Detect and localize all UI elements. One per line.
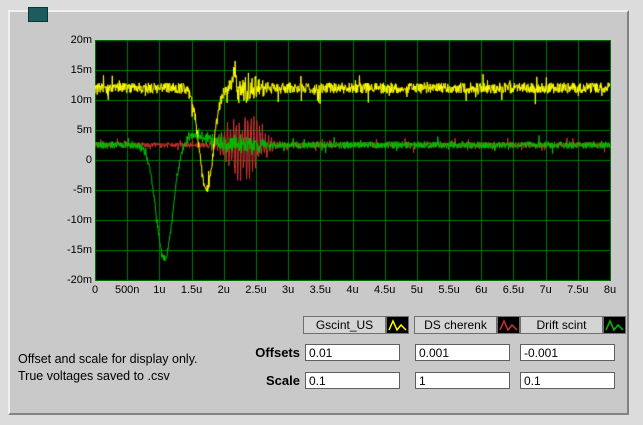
x-tick-label: 5.5u — [438, 284, 460, 296]
waveform-canvas — [95, 40, 611, 281]
legend-item-ds-cherenk[interactable]: DS cherenk — [414, 316, 520, 334]
legend-item-drift-scint[interactable]: Drift scint — [520, 316, 626, 334]
y-tick-label: -15m — [66, 244, 92, 256]
x-tick-label: 6u — [475, 284, 488, 296]
x-tick-label: 7.5u — [567, 284, 589, 296]
x-tick-label: 7u — [539, 284, 552, 296]
legend-label: Drift scint — [520, 316, 603, 334]
y-tick-label: -20m — [66, 274, 92, 286]
x-tick-label: 3u — [282, 284, 295, 296]
display-note: Offset and scale for display only. True … — [18, 351, 198, 385]
legend-label: DS cherenk — [414, 316, 497, 334]
x-tick-label: 1.5u — [180, 284, 203, 296]
waveform-sample-icon — [386, 316, 409, 334]
x-tick-label: 6.5u — [502, 284, 525, 296]
scale-input-ds-cherenk[interactable] — [415, 372, 510, 389]
note-line-1: Offset and scale for display only. — [18, 352, 198, 366]
x-tick-label: 2u — [217, 284, 230, 296]
y-tick-label: -10m — [66, 214, 92, 226]
legend-item-gscint-us[interactable]: Gscint_US — [303, 316, 409, 334]
legend-line-glyph — [388, 319, 407, 332]
y-tick-label: -5m — [73, 184, 92, 196]
x-tick-label: 1u — [153, 284, 166, 296]
y-tick-label: 20m — [70, 34, 92, 46]
scale-input-drift-scint[interactable] — [520, 372, 615, 389]
offset-input-ds-cherenk[interactable] — [415, 344, 510, 361]
y-tick-label: 15m — [70, 64, 92, 76]
legend-line-glyph — [499, 319, 518, 332]
front-panel: 20m 15m 10m 5m 0 -5m -10m -15m -20m 0 500n 1u 1.5u 2… — [0, 0, 643, 425]
x-tick-label: 0 — [91, 284, 99, 296]
waveform-sample-icon — [603, 316, 626, 334]
legend-label: Gscint_US — [303, 316, 386, 334]
x-tick-label: 2.5u — [245, 284, 267, 296]
y-tick-label: 5m — [76, 124, 92, 136]
x-tick-label: 3.5u — [309, 284, 332, 296]
legend-line-glyph — [605, 319, 624, 332]
y-tick-label: 10m — [70, 94, 92, 106]
offset-input-drift-scint[interactable] — [520, 344, 615, 361]
y-tick-label: 0 — [85, 154, 92, 166]
x-tick-label: 5u — [410, 284, 423, 296]
scale-input-gscint-us[interactable] — [305, 372, 400, 389]
offset-input-gscint-us[interactable] — [305, 344, 400, 361]
teal-decoration-rect — [28, 7, 48, 22]
x-tick-label: 8u — [603, 284, 617, 296]
y-axis-labels: 20m 15m 10m 5m 0 -5m -10m -15m -20m — [48, 34, 92, 286]
offsets-label: Offsets — [255, 345, 300, 360]
note-line-2: True voltages saved to .csv — [18, 369, 170, 383]
scale-label: Scale — [266, 373, 300, 388]
waveform-sample-icon — [497, 316, 520, 334]
x-tick-label: 500n — [114, 284, 140, 296]
x-axis-labels: 0 500n 1u 1.5u 2u 2.5u 3u 3.5u 4u 4.5u 5u 5.5u 6u 6.5… — [91, 284, 617, 298]
x-tick-label: 4u — [346, 284, 359, 296]
x-tick-label: 4.5u — [373, 284, 396, 296]
